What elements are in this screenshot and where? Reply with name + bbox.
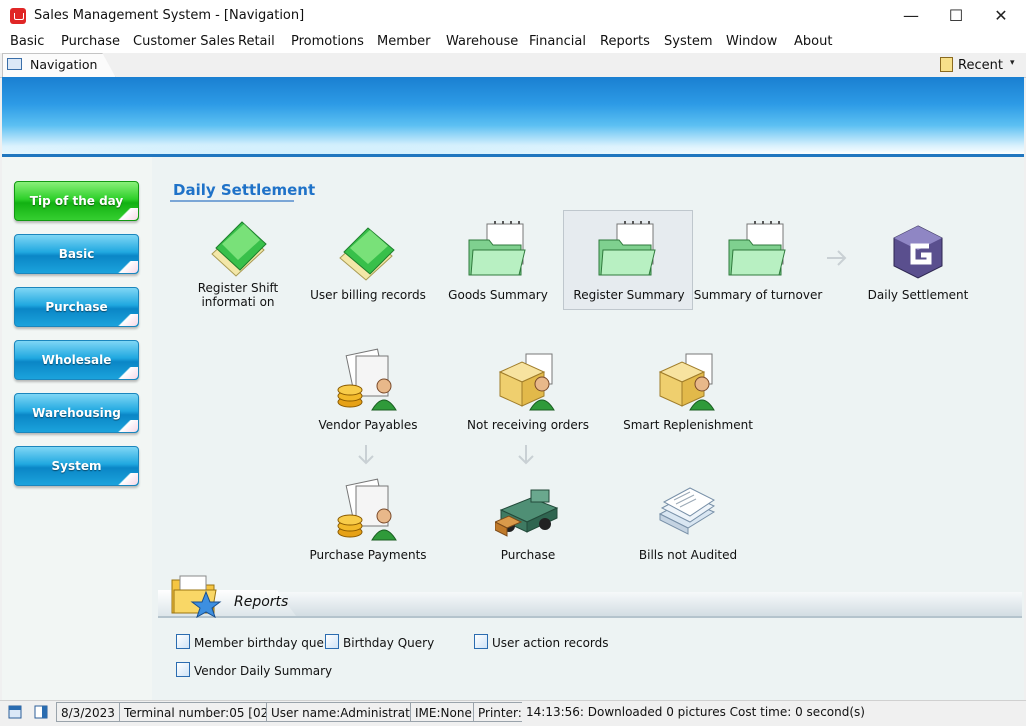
user-billing-label: User billing records (310, 288, 426, 302)
goods-summary-item[interactable]: Goods Summary (433, 210, 563, 310)
arrow-right-icon (827, 250, 847, 266)
recent-button[interactable]: Recent (958, 58, 1003, 73)
sidebar-item-basic[interactable]: Basic (14, 234, 139, 274)
purchase-payments-label: Purchase Payments (309, 548, 427, 562)
box-person-icon (498, 353, 555, 411)
status-ime: IME:None (410, 702, 477, 722)
document-icon (176, 662, 190, 677)
box-person-icon (658, 353, 715, 411)
status-message: 14:13:56: Downloaded 0 pictures Cost tim… (522, 702, 869, 722)
menu-member[interactable]: Member (377, 34, 430, 49)
sidebar-toggle-icon[interactable] (34, 705, 48, 719)
status-user: User name:Administrator (266, 702, 428, 722)
folder-icon (728, 221, 786, 276)
status-printer: Printer: (473, 702, 527, 722)
sidebar-item-wholesale[interactable]: Wholesale (14, 340, 139, 380)
summary-turnover-label: Summary of turnover (693, 288, 823, 302)
minimize-button[interactable]: — (889, 4, 933, 28)
notebook-icon (339, 227, 395, 281)
sidebar-item-tip-of-the-day[interactable]: Tip of the day (14, 181, 139, 221)
folder-icon (598, 221, 656, 276)
menu-customer-sales[interactable]: Customer Sales (133, 34, 235, 49)
folder-icon (468, 221, 526, 276)
menu-warehouse[interactable]: Warehouse (446, 34, 518, 49)
daily-settlement-item[interactable]: Daily Settlement (853, 210, 983, 310)
purchase-label: Purchase (500, 548, 556, 562)
daily-settlement-label: Daily Settlement (867, 288, 969, 302)
register-summary-label: Register Summary (573, 288, 685, 302)
user-billing-item[interactable]: User billing records (303, 210, 433, 310)
folder-star-icon (171, 575, 222, 618)
coins-person-icon (337, 478, 397, 541)
papers-icon (658, 487, 716, 535)
sidebar-item-purchase[interactable]: Purchase (14, 287, 139, 327)
report-link-label: Birthday Query (343, 636, 435, 650)
maximize-button[interactable]: ☐ (934, 4, 978, 28)
menu-purchase[interactable]: Purchase (61, 34, 120, 49)
menu-basic[interactable]: Basic (10, 34, 44, 49)
chevron-down-icon[interactable]: ▾ (1010, 58, 1015, 68)
menu-reports[interactable]: Reports (600, 34, 650, 49)
close-button[interactable]: ✕ (979, 4, 1023, 28)
report-link-birthday-query[interactable]: Birthday Query (325, 634, 434, 650)
purchase-item[interactable]: Purchase (463, 470, 593, 570)
arrow-down-icon (358, 445, 374, 465)
tab-bar (0, 53, 1026, 78)
menu-system[interactable]: System (664, 34, 712, 49)
menu-promotions[interactable]: Promotions (291, 34, 364, 49)
vendor-payables-label: Vendor Payables (318, 418, 418, 432)
goods-summary-label: Goods Summary (448, 288, 548, 302)
sidebar-item-system[interactable]: System (14, 446, 139, 486)
coins-person-icon (337, 348, 397, 411)
register-shift-label: Register Shift informati on (197, 281, 279, 309)
panel-icon[interactable] (8, 705, 22, 719)
smart-replenishment-item[interactable]: Smart Replenishment (623, 340, 753, 440)
recent-icon[interactable] (940, 57, 953, 72)
purchase-payments-item[interactable]: Purchase Payments (303, 470, 433, 570)
status-date: 8/3/2023 (56, 702, 120, 722)
status-terminal: Terminal number:05 [02] (119, 702, 278, 722)
menu-financial[interactable]: Financial (529, 34, 586, 49)
document-icon (325, 634, 339, 649)
window-icon (7, 58, 22, 70)
window-title: Sales Management System - [Navigation] (34, 8, 305, 23)
report-link-member-birthday[interactable]: Member birthday queri (176, 634, 332, 650)
bills-not-audited-item[interactable]: Bills not Audited (623, 470, 753, 570)
vendor-payables-item[interactable]: Vendor Payables (303, 340, 433, 440)
menu-window[interactable]: Window (726, 34, 777, 49)
smart-replenishment-label: Smart Replenishment (623, 418, 753, 432)
not-receiving-label: Not receiving orders (467, 418, 589, 432)
header-banner (2, 77, 1024, 155)
document-icon (474, 634, 488, 649)
section-title: Daily Settlement (173, 181, 316, 199)
summary-turnover-item[interactable]: Summary of turnover (693, 210, 823, 310)
report-link-vendor-daily[interactable]: Vendor Daily Summary (176, 662, 332, 678)
cube-logo-icon (893, 225, 943, 279)
not-receiving-item[interactable]: Not receiving orders (463, 340, 593, 440)
truck-icon (495, 489, 559, 537)
report-link-user-action[interactable]: User action records (474, 634, 609, 650)
arrow-down-icon (518, 445, 534, 465)
report-link-label: User action records (492, 636, 609, 650)
report-link-label: Member birthday queri (194, 636, 333, 650)
bills-not-audited-label: Bills not Audited (638, 548, 738, 562)
document-icon (176, 634, 190, 649)
menu-retail[interactable]: Retail (238, 34, 275, 49)
register-summary-item[interactable]: Register Summary (563, 210, 693, 310)
reports-title: Reports (234, 594, 289, 610)
menu-about[interactable]: About (794, 34, 832, 49)
notebook-icon (211, 221, 267, 277)
app-icon (10, 8, 26, 24)
register-shift-item[interactable]: Register Shift informati on (173, 210, 303, 310)
section-underline (170, 200, 294, 202)
tab-navigation-label: Navigation (30, 57, 98, 72)
report-link-label: Vendor Daily Summary (194, 664, 333, 678)
sidebar-item-warehousing[interactable]: Warehousing (14, 393, 139, 433)
